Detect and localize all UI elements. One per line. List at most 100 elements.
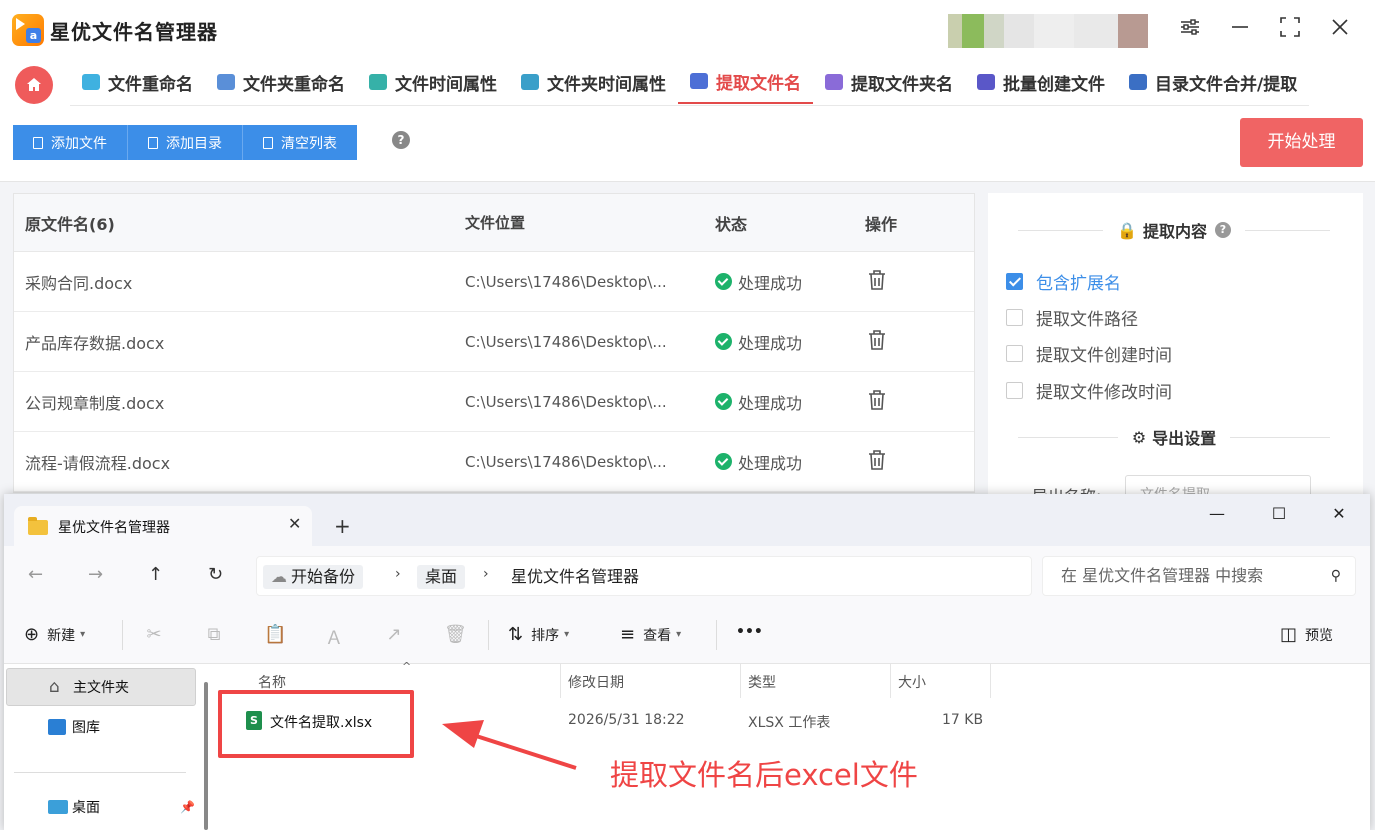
minimize-icon[interactable] — [1226, 16, 1254, 44]
checkbox[interactable] — [1006, 309, 1023, 326]
paste-icon[interactable]: 📋 — [264, 624, 286, 645]
check-circle-icon — [715, 333, 732, 350]
toolbar: 添加文件 添加目录 清空列表 ? 开始处理 — [0, 106, 1375, 182]
file-size: 17 KB — [942, 712, 984, 728]
file-table: 原文件名(6) 文件位置 状态 操作 采购合同.docx C:\Users\17… — [13, 193, 975, 493]
pin-icon[interactable]: 📌 — [180, 800, 195, 814]
forward-icon[interactable]: → — [88, 564, 103, 585]
refresh-icon[interactable]: ↻ — [208, 564, 223, 585]
gear-icon: ⚙ — [1131, 427, 1147, 447]
close-icon[interactable]: ✕ — [1324, 504, 1354, 523]
option-extract-created-time[interactable]: 提取文件创建时间 — [1006, 341, 1172, 366]
cut-icon[interactable]: ✂ — [144, 624, 164, 645]
add-file-button[interactable]: 添加文件 — [13, 125, 128, 160]
sidebar-item-home[interactable]: ⌂ 主文件夹 — [6, 668, 196, 706]
folder-icon — [28, 517, 48, 535]
option-extract-path[interactable]: 提取文件路径 — [1006, 305, 1138, 330]
checkbox[interactable] — [1006, 382, 1023, 399]
chevron-right-icon[interactable]: › — [395, 566, 401, 582]
back-icon[interactable]: ← — [28, 564, 43, 585]
cell-location: C:\Users\17486\Desktop\... — [465, 452, 667, 471]
column-type[interactable]: 类型 — [748, 672, 776, 692]
more-options-button[interactable]: ••• — [736, 624, 763, 640]
tab-folder-time[interactable]: 文件夹时间属性 — [509, 60, 678, 104]
explorer-command-bar: ⊕ 新建 ▾ ✂ ⧉ 📋 Ａ ↗ 🗑 ⇅ 排序 ▾ ≡ 查看 ▾ ••• ◫ 预览 — [4, 606, 1370, 664]
sort-button[interactable]: ⇅ 排序 ▾ — [508, 624, 569, 645]
checkbox-checked[interactable] — [1006, 273, 1023, 290]
maximize-icon[interactable] — [1276, 16, 1304, 44]
table-row[interactable]: 采购合同.docx C:\Users\17486\Desktop\... 处理成… — [14, 252, 974, 312]
column-size[interactable]: 大小 — [898, 672, 926, 692]
plus-circle-icon: ⊕ — [24, 624, 40, 645]
help-icon[interactable]: ? — [392, 131, 410, 149]
preview-button[interactable]: ◫ 预览 — [1280, 624, 1333, 645]
option-extract-modified-time[interactable]: 提取文件修改时间 — [1006, 378, 1172, 403]
column-modified[interactable]: 修改日期 — [568, 672, 624, 692]
view-button[interactable]: ≡ 查看 ▾ — [620, 624, 681, 645]
check-circle-icon — [715, 453, 732, 470]
sidebar-item-gallery[interactable]: 图库 — [6, 708, 196, 746]
delete-icon[interactable] — [867, 329, 887, 351]
home-button[interactable] — [15, 66, 53, 104]
main-nav: 文件重命名 文件夹重命名 文件时间属性 文件夹时间属性 提取文件名 提取文件夹名… — [0, 60, 1375, 106]
cell-filename: 采购合同.docx — [25, 273, 133, 293]
share-icon[interactable]: ↗ — [384, 624, 404, 645]
minimize-icon[interactable]: — — [1202, 504, 1232, 523]
nav-tabs: 文件重命名 文件夹重命名 文件时间属性 文件夹时间属性 提取文件名 提取文件夹名… — [70, 60, 1310, 106]
extract-content-title: 🔒 提取内容 ? — [1004, 218, 1344, 242]
folder-rename-icon — [217, 74, 235, 90]
search-icon[interactable]: ⚲ — [1331, 557, 1341, 595]
new-button[interactable]: ⊕ 新建 ▾ — [24, 624, 85, 645]
column-name[interactable]: 名称 — [258, 672, 286, 692]
breadcrumb-backup[interactable]: ☁ 开始备份 — [263, 565, 364, 589]
toolbar-button-group: 添加文件 添加目录 清空列表 — [13, 125, 357, 160]
table-row[interactable]: 产品库存数据.docx C:\Users\17486\Desktop\... 处… — [14, 312, 974, 372]
chevron-down-icon: ▾ — [80, 629, 86, 640]
delete-icon[interactable] — [867, 449, 887, 471]
tab-extract-filename[interactable]: 提取文件名 — [678, 60, 813, 104]
explorer-tab[interactable]: 星优文件名管理器 ✕ — [14, 506, 312, 546]
chevron-down-icon: ▾ — [676, 629, 682, 640]
user-avatar-blurred[interactable] — [948, 14, 1148, 48]
tab-close-icon[interactable]: ✕ — [288, 514, 301, 533]
tab-file-time[interactable]: 文件时间属性 — [357, 60, 509, 104]
cloud-icon: ☁ — [271, 567, 287, 586]
breadcrumb-desktop[interactable]: 桌面 — [417, 565, 466, 589]
add-directory-button[interactable]: 添加目录 — [128, 125, 243, 160]
table-row[interactable]: 流程-请假流程.docx C:\Users\17486\Desktop\... … — [14, 432, 974, 492]
maximize-icon[interactable]: ☐ — [1264, 504, 1294, 523]
new-tab-icon[interactable]: + — [334, 514, 351, 538]
extract-foldername-icon — [825, 74, 843, 90]
copy-icon[interactable]: ⧉ — [204, 624, 224, 645]
up-icon[interactable]: ↑ — [148, 564, 163, 585]
clear-list-button[interactable]: 清空列表 — [243, 125, 357, 160]
table-row[interactable]: 公司规章制度.docx C:\Users\17486\Desktop\... 处… — [14, 372, 974, 432]
tab-merge-extract[interactable]: 目录文件合并/提取 — [1117, 60, 1309, 104]
search-input[interactable]: 在 星优文件名管理器 中搜索 ⚲ — [1042, 556, 1356, 596]
tab-extract-foldername[interactable]: 提取文件夹名 — [813, 60, 965, 104]
delete-icon[interactable] — [867, 269, 887, 291]
home-icon: ⌂ — [49, 677, 60, 697]
start-process-button[interactable]: 开始处理 — [1240, 118, 1363, 167]
cell-location: C:\Users\17486\Desktop\... — [465, 392, 667, 411]
preview-pane-icon: ◫ — [1280, 624, 1298, 645]
close-icon[interactable] — [1326, 16, 1354, 44]
check-circle-icon — [715, 273, 732, 290]
settings-sliders-icon[interactable] — [1176, 16, 1204, 44]
explorer-sidebar: ⌂ 主文件夹 图库 桌面 📌 — [4, 664, 204, 830]
desktop-icon — [48, 800, 68, 814]
address-box[interactable]: ☁ 开始备份 › 桌面 › 星优文件名管理器 — [256, 556, 1032, 596]
help-icon[interactable]: ? — [1214, 222, 1231, 238]
tab-batch-create[interactable]: 批量创建文件 — [965, 60, 1117, 104]
rename-icon[interactable]: Ａ — [324, 624, 344, 649]
checkbox[interactable] — [1006, 345, 1023, 362]
breadcrumb-current[interactable]: 星优文件名管理器 — [503, 565, 647, 589]
chevron-right-icon[interactable]: › — [483, 566, 489, 582]
sidebar-item-desktop[interactable]: 桌面 📌 — [6, 788, 196, 826]
sidebar-scrollbar[interactable] — [204, 682, 208, 830]
tab-file-rename[interactable]: 文件重命名 — [70, 60, 205, 104]
delete-icon[interactable] — [867, 389, 887, 411]
option-include-extension[interactable]: 包含扩展名 — [1006, 269, 1121, 294]
tab-folder-rename[interactable]: 文件夹重命名 — [205, 60, 357, 104]
delete-icon[interactable]: 🗑 — [444, 624, 467, 645]
